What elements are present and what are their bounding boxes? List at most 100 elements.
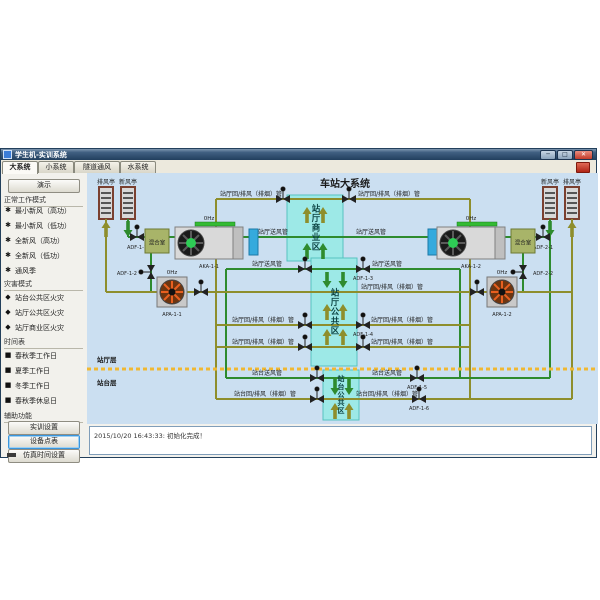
system-diagram: 车站大系统 排风亭 新风亭 新风亭 排风亭: [87, 173, 598, 424]
sidebar-item-hall-public-fire[interactable]: ◆站厅公共区火灾: [4, 306, 85, 319]
svg-text:混合室: 混合室: [149, 239, 166, 247]
tab-large-system[interactable]: 大系统: [2, 161, 38, 174]
device-point-table-button[interactable]: 设备点表: [8, 435, 80, 449]
fresh-air-tower: [543, 187, 557, 219]
app-window: 学生机-实训系统 ─ □ ✕ 大系统 小系统 隧道通风 水系统 演示 正常工作模…: [0, 148, 597, 458]
duct-label: 站厅回/排风（排烟）管: [361, 283, 423, 291]
fan-icon: ✱: [4, 222, 12, 229]
main-area: 车站大系统 排风亭 新风亭 新风亭 排风亭: [87, 173, 596, 457]
duct-label: 站厅回/排风（排烟）管: [371, 316, 433, 324]
freq-readout: 0Hz: [167, 270, 178, 276]
clock-icon: ■: [4, 382, 12, 389]
clock-icon: ■: [4, 367, 12, 374]
sidebar-item-full-fresh-low[interactable]: ✱全新风（低功）: [4, 249, 85, 262]
group-schedule: 时间表: [4, 337, 83, 349]
maximize-button[interactable]: □: [557, 150, 573, 160]
sidebar-item-spring-autumn-restday[interactable]: ■春秋季休息日: [4, 394, 85, 407]
fresh-air-tower: [121, 187, 135, 219]
duct-label: 站台送风管: [372, 369, 402, 377]
exhaust-tower: [565, 187, 579, 219]
group-disaster-mode: 灾害模式: [4, 279, 83, 291]
training-settings-button[interactable]: 实训设置: [8, 421, 80, 435]
fan-label: APA-1-2: [492, 312, 511, 318]
tab-small-system[interactable]: 小系统: [38, 161, 74, 173]
zone-hall-public-label: 站厅公共区: [312, 260, 356, 364]
duct-label: 站厅送风管: [252, 260, 282, 268]
duct-label: 站厅回/排风（排烟）管: [232, 316, 294, 324]
tab-strip: 大系统 小系统 隧道通风 水系统: [1, 160, 596, 174]
exhaust-fan-right[interactable]: 0Hz APA-1-2: [487, 270, 517, 318]
fan-icon: ✱: [4, 252, 12, 259]
duct-label: 站台回/排风（排烟）管: [356, 390, 418, 398]
duct-label: 站厅回/排风（排烟）管: [232, 338, 294, 346]
pavilion-label: 新风亭: [119, 178, 137, 186]
sidebar: 演示 正常工作模式 ✱最小新风（高功） ✱最小新风（低功） ✱全新风（高功） ✱…: [1, 173, 88, 457]
fan-icon: ✱: [4, 237, 12, 244]
log-entry: 2015/10/20 16:43:33: 初始化完成！: [90, 427, 591, 440]
duct-label: 站厅回/排风（排烟）管: [220, 190, 282, 198]
event-log-panel: 2015/10/20 16:43:33: 初始化完成！: [89, 426, 592, 455]
duct-label: 站台回/排风（排烟）管: [234, 390, 296, 398]
damper-label: ADF-1-2: [117, 271, 137, 277]
sidebar-item-min-fresh-high[interactable]: ✱最小新风（高功）: [4, 204, 85, 217]
duct-label: 站厅回/排风（排烟）管: [371, 338, 433, 346]
sidebar-item-hall-commercial-fire[interactable]: ◆站厅商业区火灾: [4, 321, 85, 334]
sidebar-item-summer-workday[interactable]: ■夏季工作日: [4, 364, 85, 377]
damper-label: ADF-1-1: [127, 245, 147, 251]
exhaust-tower: [99, 187, 113, 219]
duct-label: 站厅送风管: [372, 260, 402, 268]
fan-icon: ✱: [4, 207, 12, 214]
freq-readout: 0Hz: [466, 216, 477, 222]
app-icon: [3, 150, 12, 159]
tab-water-system[interactable]: 水系统: [120, 161, 156, 173]
zone-hall-commercial-label: 站厅商业区: [288, 197, 342, 259]
sidebar-item-winter-workday[interactable]: ■冬季工作日: [4, 379, 85, 392]
svg-text:混合室: 混合室: [515, 239, 532, 247]
clipped-item-icon: [7, 453, 16, 457]
diagram-title: 车站大系统: [320, 177, 370, 190]
pavilion-label: 排风亭: [97, 178, 115, 186]
demo-button[interactable]: 演示: [8, 179, 80, 193]
hall-floor-label: 站厅层: [97, 355, 117, 364]
fire-icon: ◆: [4, 294, 12, 301]
ahu-fan-left[interactable]: 0Hz AKA-1-1: [175, 216, 243, 270]
mixing-box-left[interactable]: 混合室: [145, 229, 169, 253]
window-title: 学生机-实训系统: [15, 150, 67, 160]
minimize-button[interactable]: ─: [540, 150, 556, 160]
simulation-time-button[interactable]: 仿真时间设置: [8, 449, 80, 463]
freq-readout: 0Hz: [497, 270, 508, 276]
exhaust-fan-left[interactable]: 0Hz APA-1-1: [157, 270, 187, 318]
duct-label: 站台送风管: [252, 369, 282, 377]
damper-label: ADF-1-6: [409, 406, 429, 412]
exhaust-up-arrow: [102, 221, 111, 237]
close-button[interactable]: ✕: [574, 150, 593, 160]
damper-label: ADF-1-5: [407, 385, 427, 391]
title-bar: 学生机-实训系统 ─ □ ✕: [1, 149, 596, 160]
duct-label: 站厅送风管: [258, 228, 288, 236]
tab-tunnel-ventilation[interactable]: 隧道通风: [74, 161, 120, 173]
clock-icon: ■: [4, 352, 12, 359]
clock-icon: ■: [4, 397, 12, 404]
mixing-box-right[interactable]: 混合室: [511, 229, 535, 253]
silencer: [249, 229, 258, 255]
ahu-label: AKA-1-1: [199, 264, 219, 270]
platform-floor-label: 站台层: [97, 378, 117, 387]
sidebar-item-ventilation-season[interactable]: ✱通风季: [4, 264, 85, 277]
damper-label: ADF-2-1: [533, 245, 553, 251]
fan-icon: ✱: [4, 267, 12, 274]
freq-readout: 0Hz: [204, 216, 215, 222]
sidebar-item-min-fresh-low[interactable]: ✱最小新风（低功）: [4, 219, 85, 232]
exhaust-up-arrow: [568, 221, 577, 237]
sidebar-item-platform-fire[interactable]: ◆站台公共区火灾: [4, 291, 85, 304]
sidebar-item-spring-autumn-workday[interactable]: ■春秋季工作日: [4, 349, 85, 362]
pavilion-label: 新风亭: [541, 178, 559, 186]
fire-icon: ◆: [4, 309, 12, 316]
stop-button[interactable]: [576, 162, 590, 173]
fire-icon: ◆: [4, 324, 12, 331]
ahu-label: AKA-1-2: [461, 264, 481, 270]
zone-platform-public-label: 站台公共区: [324, 371, 358, 419]
duct-label: 站厅送风管: [356, 228, 386, 236]
silencer: [428, 229, 437, 255]
sidebar-item-full-fresh-high[interactable]: ✱全新风（高功）: [4, 234, 85, 247]
damper-label: ADF-2-2: [533, 271, 553, 277]
